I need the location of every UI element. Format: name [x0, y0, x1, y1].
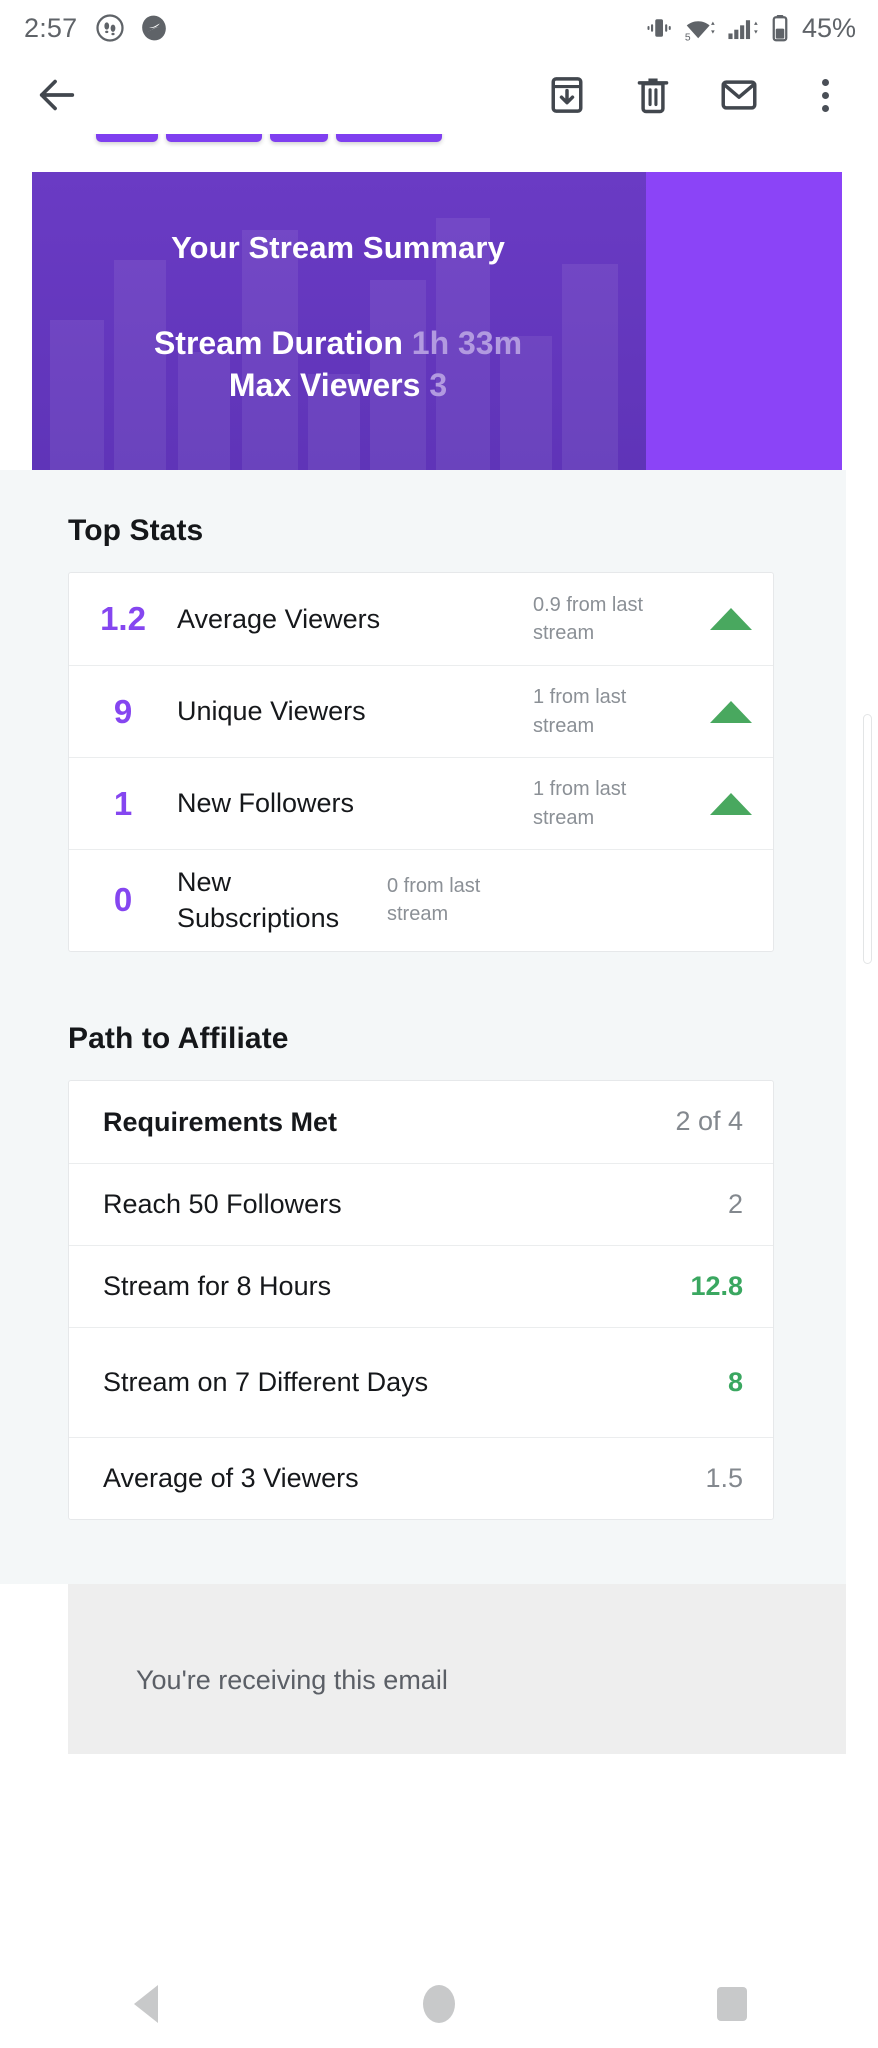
nav-recents-button[interactable]: [667, 1960, 797, 2048]
stat-delta: 0 from last stream: [387, 875, 481, 926]
requirements-met-label: Requirements Met: [103, 1106, 338, 1137]
table-row: Reach 50 Followers 2: [69, 1162, 773, 1245]
svg-text:5: 5: [685, 32, 691, 43]
max-viewers-line: Max Viewers 3: [229, 364, 447, 406]
phone-screen: 2:57 5 45% Your Stream Summary Stream Du…: [0, 0, 878, 2048]
footprints-circle-icon: [95, 13, 125, 43]
email-footer-wrap: You're receiving this email: [0, 1583, 878, 1754]
trend-up-icon: [689, 700, 773, 723]
banner-title: Your Stream Summary: [171, 229, 505, 265]
stat-delta: 1 from last stream: [533, 778, 627, 829]
archive-button[interactable]: [536, 64, 598, 126]
vertical-scrollbar[interactable]: [863, 714, 872, 964]
requirements-met-value: 2 of 4: [675, 1106, 743, 1137]
nav-home-button[interactable]: [374, 1960, 504, 2048]
overflow-menu-button[interactable]: [794, 64, 856, 126]
stream-summary-banner: Your Stream Summary Stream Duration 1h 3…: [32, 172, 842, 470]
stream-duration-label: Stream Duration: [153, 324, 403, 361]
back-button[interactable]: [26, 64, 88, 126]
table-row: 9 Unique Viewers 1 from last stream: [69, 665, 773, 757]
table-row: Stream for 8 Hours 12.8: [69, 1244, 773, 1327]
status-bar-system-icons: 5 45%: [644, 13, 856, 44]
stat-delta: 1 from last stream: [533, 686, 627, 737]
top-stats-card: 1.2 Average Viewers 0.9 from last stream…: [68, 572, 774, 952]
battery-percent-label: 45%: [801, 12, 856, 43]
table-row: 0 New Subscriptions 0 from last stream: [69, 849, 773, 951]
stat-value: 9: [113, 692, 133, 730]
vibrate-icon: [644, 13, 674, 43]
trend-up-icon: [689, 792, 773, 815]
table-row: Average of 3 Viewers 1.5: [69, 1436, 773, 1519]
stat-value: 0: [113, 881, 133, 919]
status-bar-notification-icons: [95, 13, 169, 43]
requirement-label: Stream on 7 Different Days: [103, 1367, 429, 1398]
clipped-button-strip: [0, 134, 878, 172]
mark-unread-button[interactable]: [708, 64, 770, 126]
clipped-chip[interactable]: [96, 134, 158, 142]
max-viewers-label: Max Viewers: [228, 367, 421, 403]
email-content-area: Top Stats 1.2 Average Viewers 0.9 from l…: [0, 470, 846, 1584]
clipped-chip[interactable]: [166, 134, 262, 142]
battery-icon: [769, 13, 791, 43]
stat-value: 1.2: [100, 600, 146, 637]
nav-back-button[interactable]: [81, 1960, 211, 2048]
android-navigation-bar: [0, 1960, 878, 2048]
top-stats-title: Top Stats: [68, 514, 204, 547]
email-body[interactable]: Your Stream Summary Stream Duration 1h 3…: [0, 134, 878, 1960]
stat-value: 1: [113, 784, 133, 822]
toolbar-actions: [536, 64, 856, 126]
table-row: 1 New Followers 1 from last stream: [69, 757, 773, 849]
banner-content: Your Stream Summary Stream Duration 1h 3…: [32, 172, 644, 470]
stat-delta: 0.9 from last stream: [533, 593, 644, 644]
footer-text: You're receiving this email: [136, 1664, 448, 1695]
app-toolbar: [0, 56, 878, 134]
status-bar: 2:57 5 45%: [0, 0, 878, 56]
cellular-signal-icon: [726, 13, 760, 43]
status-bar-clock: 2:57: [24, 12, 78, 43]
requirement-value: 8: [727, 1366, 743, 1397]
table-row: Requirements Met 2 of 4: [69, 1081, 773, 1163]
requirement-label: Stream for 8 Hours: [103, 1271, 332, 1302]
affiliate-card: Requirements Met 2 of 4 Reach 50 Followe…: [68, 1079, 774, 1520]
requirement-value: 1.5: [705, 1462, 743, 1493]
stream-duration-line: Stream Duration 1h 33m: [154, 322, 522, 364]
wifi-5g-icon: 5: [683, 13, 717, 43]
requirement-value: 2: [727, 1188, 743, 1219]
requirement-label: Reach 50 Followers: [103, 1189, 342, 1220]
table-row: Stream on 7 Different Days 8: [69, 1326, 773, 1437]
max-viewers-value: 3: [429, 367, 448, 403]
content-bottom-gap: [32, 1520, 810, 1584]
banner-accent-panel: [646, 172, 842, 470]
trend-up-icon: [689, 608, 773, 630]
overflow-menu-icon: [821, 78, 829, 112]
clipped-chip[interactable]: [270, 134, 328, 142]
stat-label: New Followers: [177, 788, 355, 819]
stat-label: Unique Viewers: [177, 696, 366, 727]
stream-duration-value: 1h 33m: [411, 324, 523, 361]
clipped-chip[interactable]: [336, 134, 442, 142]
table-row: 1.2 Average Viewers 0.9 from last stream: [69, 573, 773, 665]
requirement-value: 12.8: [690, 1270, 743, 1301]
stat-label: New Subscriptions: [177, 867, 340, 934]
shield-swirl-icon: [139, 13, 169, 43]
delete-button[interactable]: [622, 64, 684, 126]
stat-label: Average Viewers: [177, 603, 381, 634]
requirement-label: Average of 3 Viewers: [103, 1463, 359, 1494]
email-footer: You're receiving this email: [68, 1583, 846, 1754]
affiliate-title: Path to Affiliate: [68, 1021, 289, 1055]
